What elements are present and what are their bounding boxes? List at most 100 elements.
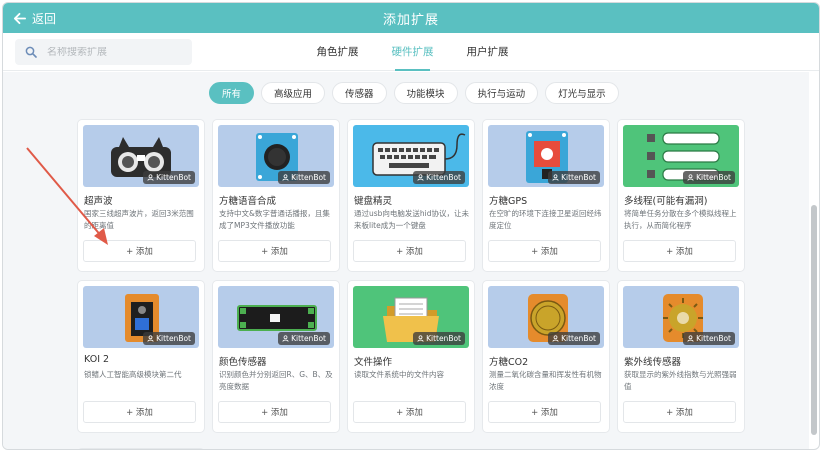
extension-grid: KittenBot 超声波 国家三线超声波片，返回3米范围的距离值 + 添加 Kitte… bbox=[77, 119, 745, 433]
card-title: KOI 2 bbox=[84, 354, 110, 365]
vendor-badge: KittenBot bbox=[683, 332, 735, 345]
card-thumbnail: KittenBot bbox=[83, 125, 199, 187]
card-title: 颜色传感器 bbox=[219, 357, 267, 368]
user-icon bbox=[282, 335, 289, 342]
filter-bar: 所有 高级应用 传感器 功能模块 执行与运动 灯光与显示 bbox=[209, 82, 619, 104]
filter-chip-2[interactable]: 传感器 bbox=[332, 82, 387, 104]
card-thumbnail: KittenBot bbox=[488, 286, 604, 348]
add-extension-button[interactable]: + 添加 bbox=[83, 401, 196, 423]
vendor-label: KittenBot bbox=[561, 334, 596, 343]
card-thumbnail: KittenBot bbox=[623, 286, 739, 348]
extension-card[interactable]: KittenBot 紫外线传感器 获取显示的紫外线指数与光照强弱值 + 添加 bbox=[617, 280, 745, 433]
filter-chip-0[interactable]: 所有 bbox=[209, 82, 255, 104]
user-icon bbox=[417, 335, 424, 342]
search-box[interactable] bbox=[15, 39, 192, 65]
vendor-badge: KittenBot bbox=[413, 332, 465, 345]
card-description: 国家三线超声波片，返回3米范围的距离值 bbox=[84, 209, 194, 230]
card-description: 锁鳍人工智能高级模块第二代 bbox=[84, 370, 182, 379]
card-thumbnail: KittenBot bbox=[218, 125, 334, 187]
add-extension-button[interactable]: + 添加 bbox=[488, 401, 601, 423]
add-extension-button[interactable]: + 添加 bbox=[218, 240, 331, 262]
add-extension-button[interactable]: + 添加 bbox=[623, 401, 736, 423]
vendor-badge: KittenBot bbox=[548, 332, 600, 345]
extension-card[interactable]: KittenBot 方糖CO2 测量二氧化碳含量和挥发性有机物浓度 + 添加 bbox=[482, 280, 610, 433]
tab-2[interactable]: 用户扩展 bbox=[450, 33, 525, 71]
extension-card[interactable]: KittenBot 方糖语音合成支持中文&数字普通话播报，且集成了MP3文件播放功… bbox=[212, 119, 340, 272]
add-extension-button[interactable]: + 添加 bbox=[83, 240, 196, 262]
extension-card[interactable]: KittenBot 颜色传感器识别颜色并分别返回R、G、B、及亮度数据 + 添加 bbox=[212, 280, 340, 433]
vendor-badge: KittenBot bbox=[548, 171, 600, 184]
card-title: 超声波 bbox=[84, 196, 113, 207]
card-description: 支持中文&数字普通话播报，且集成了MP3文件播放功能 bbox=[219, 209, 330, 230]
card-description: 测量二氧化碳含量和挥发性有机物浓度 bbox=[489, 370, 602, 391]
user-icon bbox=[417, 174, 424, 181]
extension-card[interactable]: KittenBot KOI 2 锁鳍人工智能高级模块第二代 + 添加 bbox=[77, 280, 205, 433]
vendor-label: KittenBot bbox=[156, 173, 191, 182]
scrollbar[interactable] bbox=[811, 115, 817, 441]
extension-card[interactable]: KittenBot 多线程(可能有漏洞) 将简单任务分散在多个模拟线程上执行，从而简… bbox=[617, 119, 745, 272]
card-title: 方糖语音合成 bbox=[219, 196, 277, 207]
tab-0[interactable]: 角色扩展 bbox=[300, 33, 375, 71]
user-icon bbox=[552, 335, 559, 342]
extension-card[interactable]: KittenBot 键盘精灵通过usb向电脑发送hid协议，让未来板lite成为一… bbox=[347, 119, 475, 272]
back-button[interactable]: 返回 bbox=[13, 3, 56, 33]
user-icon bbox=[687, 174, 694, 181]
add-extension-button[interactable]: + 添加 bbox=[353, 401, 466, 423]
extension-card[interactable]: KittenBot 文件操作读取文件系统中的文件内容 + 添加 bbox=[347, 280, 475, 433]
card-thumbnail: KittenBot bbox=[218, 286, 334, 348]
extension-card[interactable]: KittenBot 方糖GPS 在空旷的环境下连接卫星返回经纬度定位 + 添加 bbox=[482, 119, 610, 272]
tab-1[interactable]: 硬件扩展 bbox=[375, 33, 450, 71]
vendor-label: KittenBot bbox=[426, 173, 461, 182]
arrow-left-icon bbox=[13, 12, 26, 24]
back-label: 返回 bbox=[32, 11, 57, 26]
title-bar: 返回 添加扩展 bbox=[3, 3, 819, 33]
vendor-badge: KittenBot bbox=[683, 171, 735, 184]
vendor-badge: KittenBot bbox=[143, 332, 195, 345]
content-area: 所有 高级应用 传感器 功能模块 执行与运动 灯光与显示 KittenBot 超声波国家三线… bbox=[3, 72, 809, 449]
card-description: 在空旷的环境下连接卫星返回经纬度定位 bbox=[489, 209, 602, 230]
card-thumbnail: KittenBot bbox=[488, 125, 604, 187]
vendor-badge: KittenBot bbox=[278, 171, 330, 184]
card-description: 通过usb向电脑发送hid协议，让未来板lite成为一个键盘 bbox=[354, 209, 470, 230]
card-description: 获取显示的紫外线指数与光照强弱值 bbox=[624, 370, 737, 391]
user-icon bbox=[282, 174, 289, 181]
filter-chip-3[interactable]: 功能模块 bbox=[393, 82, 458, 104]
page-title: 添加扩展 bbox=[382, 12, 439, 28]
vendor-label: KittenBot bbox=[561, 173, 596, 182]
add-extension-button[interactable]: + 添加 bbox=[353, 240, 466, 262]
user-icon bbox=[147, 335, 154, 342]
vendor-label: KittenBot bbox=[291, 334, 326, 343]
vendor-label: KittenBot bbox=[291, 173, 326, 182]
vendor-badge: KittenBot bbox=[143, 171, 195, 184]
scrollbar-thumb[interactable] bbox=[811, 205, 817, 435]
search-icon bbox=[25, 46, 37, 58]
card-description: 读取文件系统中的文件内容 bbox=[354, 370, 444, 379]
card-title: 文件操作 bbox=[354, 357, 393, 368]
vendor-label: KittenBot bbox=[696, 173, 731, 182]
card-description: 识别颜色并分别返回R、G、B、及亮度数据 bbox=[219, 370, 333, 391]
extension-dialog: 返回 添加扩展 角色扩展硬件扩展用户扩展 所有高级应用传感器功能模块执行与运动灯… bbox=[2, 2, 820, 450]
top-bar: 角色扩展 硬件扩展 用户扩展 bbox=[3, 33, 819, 71]
extension-card-partial[interactable] bbox=[77, 448, 205, 449]
vendor-badge: KittenBot bbox=[278, 332, 330, 345]
vendor-badge: KittenBot bbox=[413, 171, 465, 184]
filter-chip-5[interactable]: 灯光与显示 bbox=[545, 82, 619, 104]
card-description: 将简单任务分散在多个模拟线程上执行，从而简化程序 bbox=[624, 209, 737, 230]
user-icon bbox=[552, 174, 559, 181]
card-title: 键盘精灵 bbox=[354, 196, 393, 207]
vendor-label: KittenBot bbox=[426, 334, 461, 343]
card-thumbnail: KittenBot bbox=[623, 125, 739, 187]
search-input[interactable] bbox=[47, 46, 167, 58]
extension-card[interactable]: KittenBot 超声波国家三线超声波片，返回3米范围的距离值 + 添加 bbox=[77, 119, 205, 272]
vendor-label: KittenBot bbox=[156, 334, 191, 343]
add-extension-button[interactable]: + 添加 bbox=[623, 240, 736, 262]
card-thumbnail: KittenBot bbox=[353, 125, 469, 187]
add-extension-button[interactable]: + 添加 bbox=[218, 401, 331, 423]
user-icon bbox=[687, 335, 694, 342]
card-thumbnail: KittenBot bbox=[353, 286, 469, 348]
add-extension-button[interactable]: + 添加 bbox=[488, 240, 601, 262]
filter-chip-4[interactable]: 执行与运动 bbox=[464, 82, 539, 104]
filter-chip-1[interactable]: 高级应用 bbox=[261, 82, 326, 104]
card-title: 方糖CO2 bbox=[489, 357, 529, 368]
user-icon bbox=[147, 174, 154, 181]
